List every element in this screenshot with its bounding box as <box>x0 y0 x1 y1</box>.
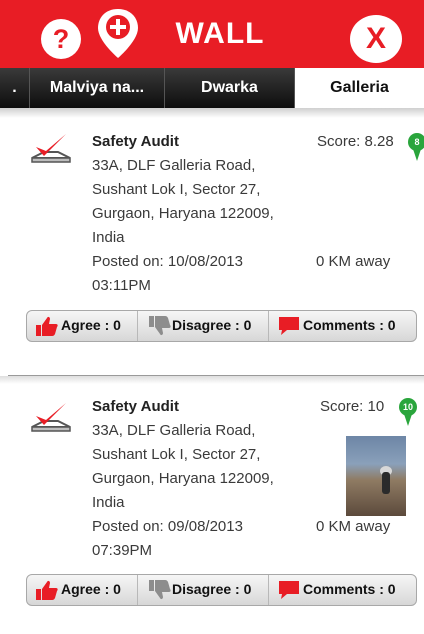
thumbs-up-icon <box>36 316 58 336</box>
question-icon: ? <box>52 24 70 54</box>
post-title: Safety Audit <box>92 398 179 415</box>
thumbs-up-icon <box>36 580 58 600</box>
disagree-label: Disagree : 0 <box>172 317 252 333</box>
score-pin-icon: 10 <box>398 397 418 427</box>
comment-bubble-icon <box>279 581 299 599</box>
comments-label: Comments : 0 <box>303 581 396 597</box>
post-date: Posted on: 10/08/2013 <box>92 253 243 270</box>
comments-button[interactable]: Comments : 0 <box>269 575 416 605</box>
agree-button[interactable]: Agree : 0 <box>27 575 137 605</box>
post-address-line: Sushant Lok I, Sector 27, <box>92 446 261 463</box>
agree-button[interactable]: Agree : 0 <box>27 311 137 341</box>
disagree-button[interactable]: Disagree : 0 <box>138 575 268 605</box>
tab-malviya-nagar[interactable]: Malviya na... <box>30 68 165 108</box>
post-photo-thumbnail[interactable] <box>346 436 406 516</box>
post-title: Safety Audit <box>92 133 179 150</box>
post-address-line: Sushant Lok I, Sector 27, <box>92 181 261 198</box>
tab-galleria[interactable]: Galleria <box>295 68 424 108</box>
post-score: Score: 8.28 <box>317 133 394 150</box>
post-address-line: Gurgaon, Haryana 122009, <box>92 205 274 222</box>
app-header: ? WALL X <box>0 0 424 68</box>
thumbs-down-icon <box>149 316 171 336</box>
post-score: Score: 10 <box>320 398 385 415</box>
safety-audit-icon <box>31 134 71 163</box>
agree-label: Agree : 0 <box>61 581 121 597</box>
post-time: 07:39PM <box>92 542 153 559</box>
post-address-line: India <box>92 494 125 511</box>
page-title: WALL <box>175 17 265 50</box>
safety-audit-icon <box>31 403 71 432</box>
tab-previous[interactable]: . <box>0 68 30 108</box>
post-distance: 0 KM away <box>316 253 391 270</box>
score-badge: 10 <box>402 402 413 412</box>
disagree-button[interactable]: Disagree : 0 <box>138 311 268 341</box>
tab-dwarka[interactable]: Dwarka <box>165 68 295 108</box>
comments-label: Comments : 0 <box>303 317 396 333</box>
post-card[interactable]: Safety Audit 33A, DLF Galleria Road, Sus… <box>0 385 424 625</box>
post-date: Posted on: 09/08/2013 <box>92 518 243 535</box>
disagree-label: Disagree : 0 <box>172 581 252 597</box>
close-icon: X <box>365 22 386 55</box>
post-address-line: 33A, DLF Galleria Road, <box>92 157 256 174</box>
comments-button[interactable]: Comments : 0 <box>269 311 416 341</box>
post-distance: 0 KM away <box>316 518 391 535</box>
tabs-shadow <box>0 108 424 118</box>
close-button[interactable]: X <box>350 15 402 63</box>
score-pin-icon: 8 <box>407 132 424 162</box>
comment-bubble-icon <box>279 317 299 335</box>
agree-label: Agree : 0 <box>61 317 121 333</box>
post-time: 03:11PM <box>92 277 151 294</box>
help-button[interactable]: ? <box>41 19 81 59</box>
location-tabs: . Malviya na... Dwarka Galleria <box>0 68 424 108</box>
post-address-line: Gurgaon, Haryana 122009, <box>92 470 274 487</box>
post-divider-shadow <box>0 376 424 384</box>
photo-figure <box>382 472 390 494</box>
post-actions: Agree : 0 Disagree : 0 Comments : 0 <box>26 310 417 342</box>
add-location-pin-icon[interactable] <box>93 6 143 62</box>
thumbs-down-icon <box>149 580 171 600</box>
post-actions: Agree : 0 Disagree : 0 Comments : 0 <box>26 574 417 606</box>
post-address-line: India <box>92 229 125 246</box>
post-address-line: 33A, DLF Galleria Road, <box>92 422 256 439</box>
post-card[interactable]: Safety Audit 33A, DLF Galleria Road, Sus… <box>0 118 424 358</box>
score-badge: 8 <box>414 137 420 147</box>
